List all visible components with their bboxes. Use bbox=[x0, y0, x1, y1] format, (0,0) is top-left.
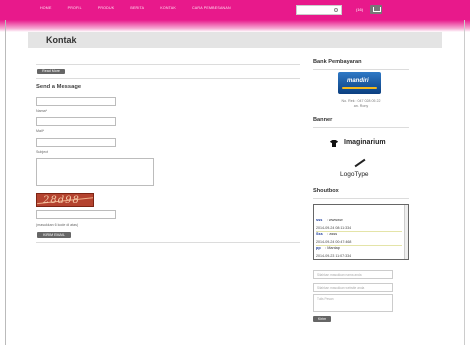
shout-send-button[interactable]: Kirim bbox=[313, 316, 331, 322]
divider bbox=[313, 69, 409, 70]
shout-name-placeholder: Silahkan masukkan nama anda bbox=[317, 273, 362, 277]
header-band bbox=[0, 20, 470, 32]
shout-author[interactable]: pp bbox=[316, 246, 321, 250]
top-navbar: HOME PROFIL PRODUK BERITA KONTAK CARA PE… bbox=[0, 0, 470, 20]
pen-icon bbox=[354, 158, 366, 168]
banner-imaginarium-text: Imaginarium bbox=[344, 139, 386, 146]
cart-count: (16) bbox=[356, 7, 364, 12]
shoutbox-heading: Shoutbox bbox=[313, 188, 339, 194]
captcha-field[interactable] bbox=[36, 210, 116, 219]
nav-profil[interactable]: PROFIL bbox=[68, 6, 82, 10]
shoutbox-scrollbar[interactable] bbox=[404, 205, 408, 259]
banner-logotype-text: LogoType bbox=[340, 171, 369, 178]
shoutbox[interactable]: sss : wwwww 2014-09-24 08:11:334 Sss : a… bbox=[313, 204, 409, 260]
main-nav: HOME PROFIL PRODUK BERITA KONTAK CARA PE… bbox=[40, 6, 247, 10]
banner-imaginarium[interactable]: Imaginarium bbox=[330, 139, 392, 151]
search-icon[interactable] bbox=[334, 8, 338, 12]
shout-message-placeholder: Tulis Pesan bbox=[317, 297, 334, 301]
name-field[interactable] bbox=[36, 97, 116, 106]
divider bbox=[36, 64, 300, 65]
page-frame-left bbox=[5, 20, 6, 345]
nav-produk[interactable]: PRODUK bbox=[98, 6, 115, 10]
captcha-text: 28d98 bbox=[43, 195, 80, 206]
read-more-button[interactable]: Read More bbox=[37, 69, 65, 74]
divider bbox=[313, 127, 409, 128]
shout-website-input[interactable]: Silahkan masukkan website anda bbox=[313, 283, 393, 292]
nav-cara-pembesanan[interactable]: CARA PEMBESANAN bbox=[192, 6, 231, 10]
banner-heading: Banner bbox=[313, 117, 333, 123]
divider bbox=[36, 78, 300, 79]
nav-home[interactable]: HOME bbox=[40, 6, 52, 10]
page-frame-right bbox=[464, 20, 465, 345]
shout-message: Mantap bbox=[327, 246, 340, 250]
email-label: Mail* bbox=[36, 129, 44, 133]
shout-date: 2014-09-23 11:07:334 bbox=[316, 254, 352, 258]
nav-berita[interactable]: BERITA bbox=[130, 6, 144, 10]
subject-label: Subject bbox=[36, 150, 48, 154]
tshirt-icon bbox=[330, 140, 338, 147]
banner-logotype[interactable]: LogoType bbox=[338, 158, 382, 182]
shout-website-placeholder: Silahkan masukkan website anda bbox=[317, 286, 365, 290]
search-input[interactable] bbox=[296, 5, 342, 15]
divider bbox=[36, 242, 300, 243]
page-title-bar: Kontak bbox=[28, 32, 442, 48]
cart-button[interactable] bbox=[370, 5, 382, 14]
name-label: Nama* bbox=[36, 109, 47, 113]
nav-kontak[interactable]: KONTAK bbox=[160, 6, 176, 10]
subject-field[interactable] bbox=[36, 138, 116, 147]
bank-account: No. Rek : 047 028 05 22 bbox=[341, 99, 381, 103]
shout-name-input[interactable]: Silahkan masukkan nama anda bbox=[313, 270, 393, 279]
shout-message-input[interactable]: Tulis Pesan bbox=[313, 294, 393, 312]
message-textarea[interactable] bbox=[36, 158, 154, 186]
shout-item: pp : Mantap 2014-09-23 11:07:334 bbox=[316, 236, 402, 259]
bank-mandiri-logo: mandiri bbox=[338, 72, 381, 94]
captcha-hint: (masukkan 6 kode di atas) bbox=[36, 223, 79, 227]
divider bbox=[313, 198, 409, 199]
submit-email-button[interactable]: KIRIM EMAIL bbox=[37, 232, 71, 238]
bank-owner: an. Rony bbox=[353, 104, 369, 108]
send-message-heading: Send a Message bbox=[36, 84, 82, 90]
email-field[interactable] bbox=[36, 117, 116, 126]
bank-logo-text: mandiri bbox=[347, 78, 369, 84]
captcha-image: 28d98 bbox=[36, 193, 94, 207]
bank-heading: Bank Pembayaran bbox=[313, 59, 362, 65]
page-title: Kontak bbox=[46, 35, 77, 45]
